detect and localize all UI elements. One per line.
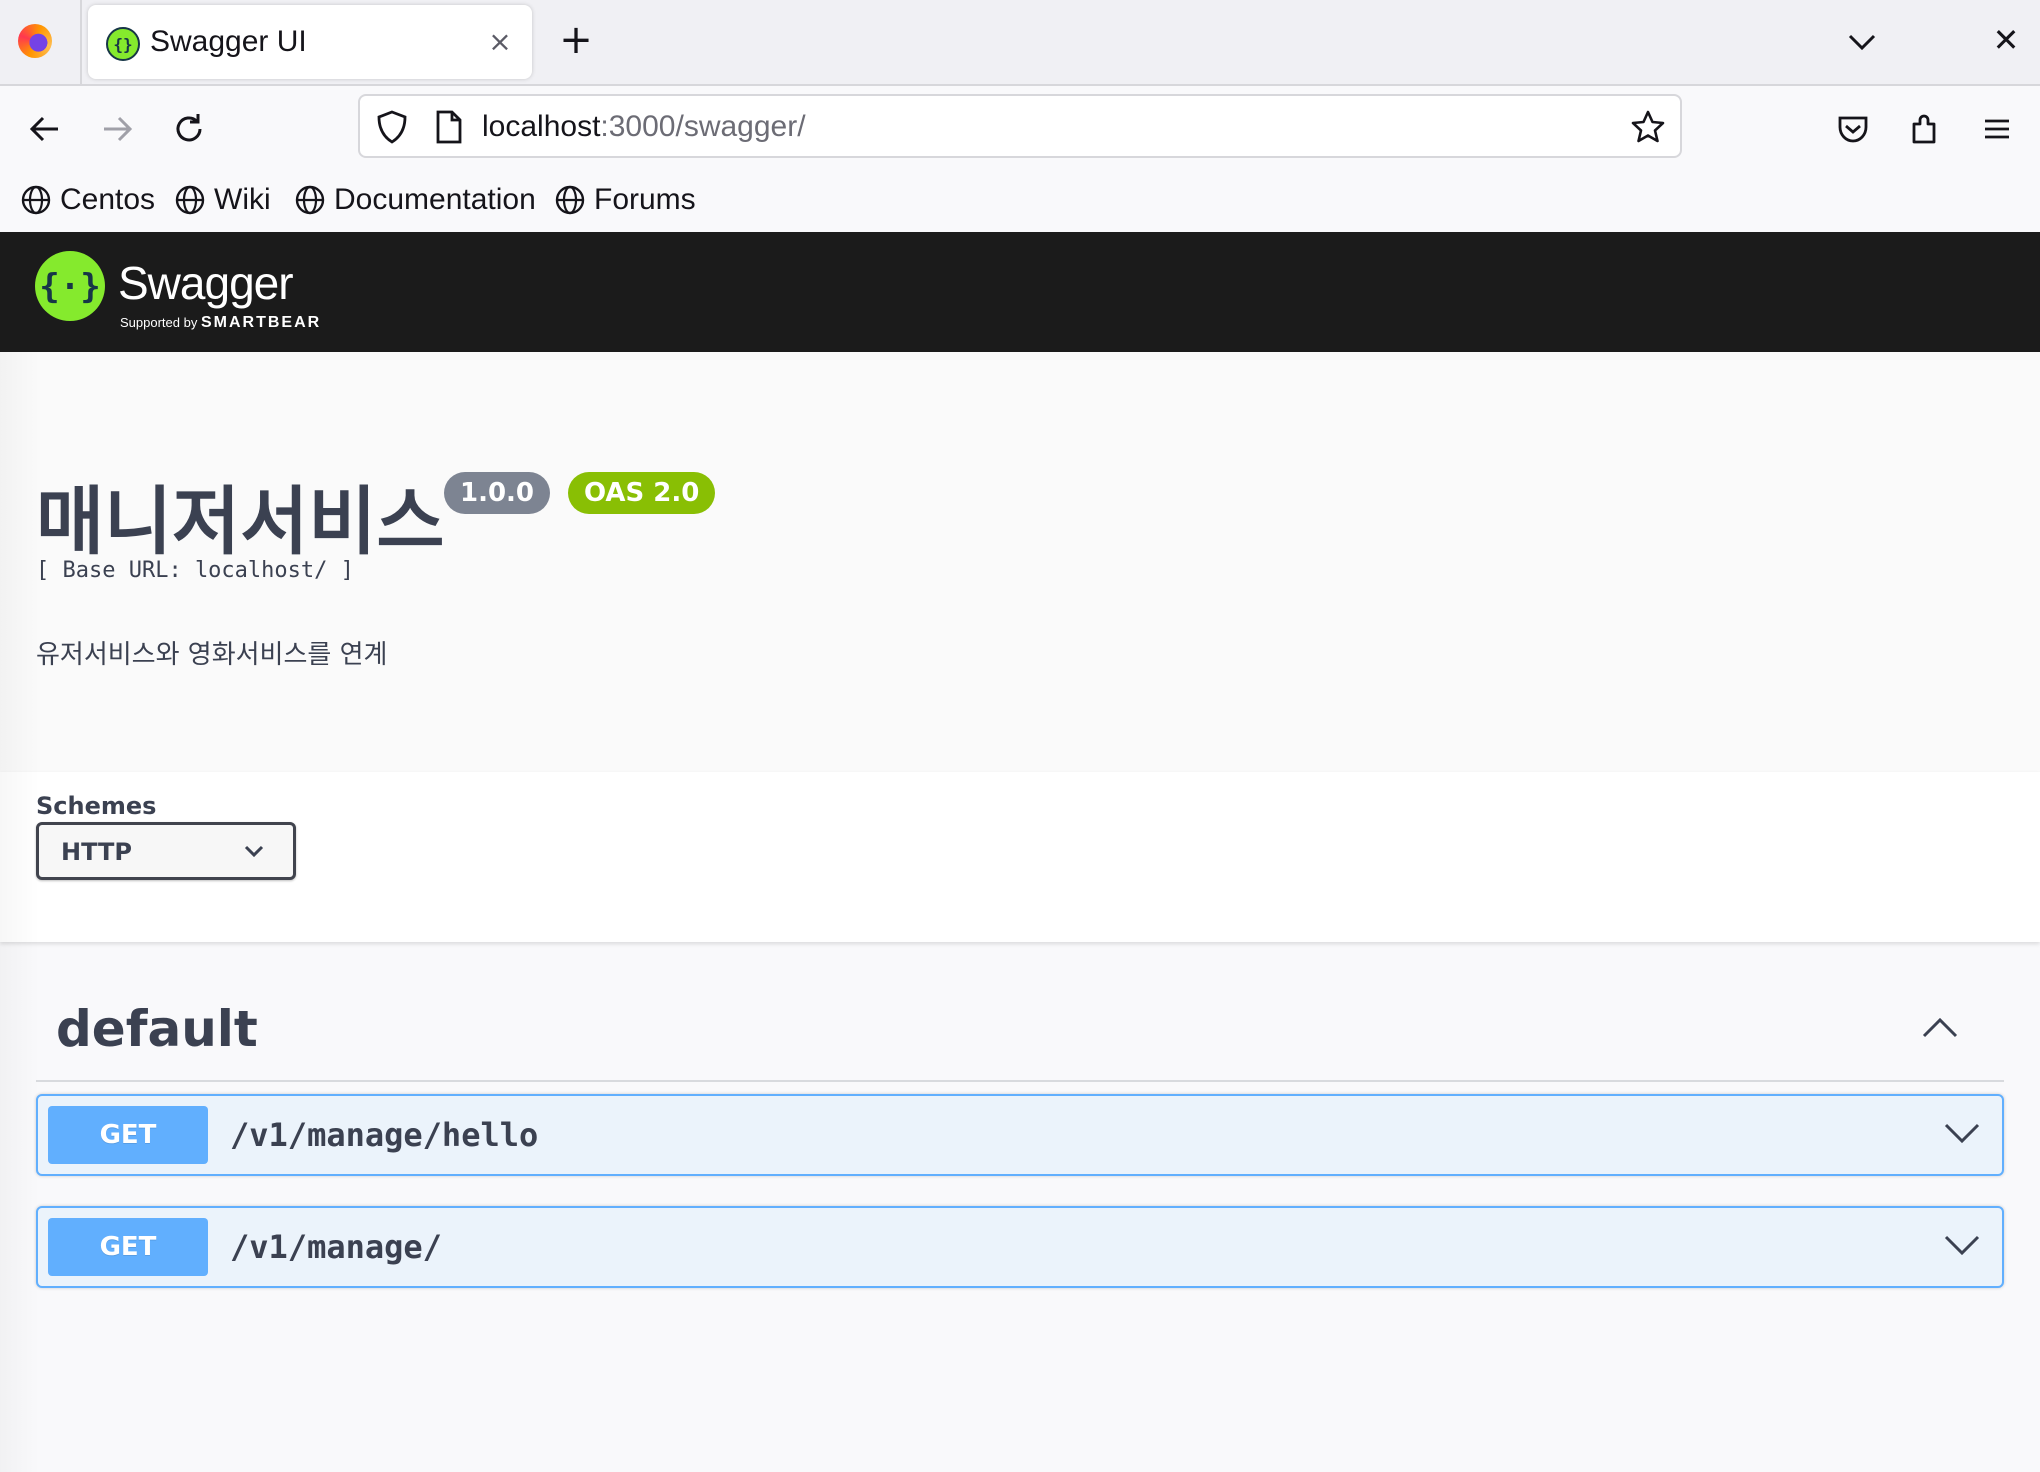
address-host: localhost — [482, 110, 601, 143]
bookmark-label: Documentation — [334, 183, 536, 216]
extensions-button[interactable] — [1902, 106, 1948, 152]
api-title: 매니저서비스 — [36, 479, 445, 565]
chevron-down-icon — [244, 845, 264, 858]
address-bar[interactable]: localhost:3000/swagger/ — [358, 94, 1682, 158]
firefox-icon[interactable] — [18, 24, 52, 58]
version-badge: 1.0.0 — [444, 472, 551, 514]
method-badge: GET — [48, 1106, 208, 1164]
arrow-left-icon — [29, 116, 58, 142]
window-close-button[interactable]: ✕ — [1986, 20, 2026, 60]
api-info: 매니저서비스 1.0.0 OAS 2.0 [ Base URL: localho… — [0, 352, 2040, 772]
pocket-button[interactable] — [1830, 106, 1876, 152]
bookmark-star-icon[interactable] — [1630, 109, 1666, 145]
operation-path: /v1/manage/hello — [230, 1116, 539, 1154]
reload-icon — [176, 114, 202, 142]
shield-icon[interactable] — [374, 109, 410, 145]
address-text[interactable]: localhost:3000/swagger/ — [482, 110, 806, 144]
navigation-toolbar: localhost:3000/swagger/ — [0, 86, 2040, 172]
globe-icon — [175, 185, 205, 215]
browser-tab[interactable]: {} Swagger UI × — [88, 5, 532, 79]
schemes-select[interactable]: HTTP — [36, 822, 296, 880]
base-url: [ Base URL: localhost/ ] — [36, 558, 354, 583]
bookmark-label: Forums — [594, 183, 696, 216]
bookmark-forums[interactable]: Forums — [554, 180, 696, 220]
back-button[interactable] — [22, 106, 68, 152]
forward-button[interactable] — [94, 106, 140, 152]
schemes-container: Schemes HTTP — [0, 772, 2040, 942]
svg-text:{}: {} — [113, 35, 132, 54]
hamburger-menu-icon — [1985, 119, 2009, 139]
chevron-down-icon[interactable] — [1942, 1120, 1982, 1146]
globe-icon — [555, 185, 585, 215]
tab-close-button[interactable]: × — [482, 23, 518, 59]
bookmark-label: Centos — [60, 183, 156, 216]
swagger-supported-by: Supported by SMARTBEAR — [120, 314, 321, 332]
swagger-topbar: {·} Swagger Supported by SMARTBEAR — [0, 232, 2040, 352]
bookmark-label: Wiki — [214, 183, 271, 216]
method-badge: GET — [48, 1218, 208, 1276]
tab-title: Swagger UI — [150, 25, 307, 58]
chevron-down-icon[interactable] — [1942, 1232, 1982, 1258]
chevron-up-icon[interactable] — [1920, 1012, 1960, 1042]
swagger-icon: {} — [106, 27, 140, 61]
puzzle-icon — [1912, 114, 1936, 144]
oas-badge: OAS 2.0 — [568, 472, 716, 514]
tab-separator — [80, 0, 82, 86]
arrow-right-icon — [104, 116, 133, 142]
reload-button[interactable] — [166, 106, 212, 152]
globe-icon — [21, 185, 51, 215]
menu-button[interactable] — [1974, 106, 2020, 152]
page-icon — [436, 110, 462, 144]
tab-strip: {} Swagger UI × + ✕ — [0, 0, 2040, 86]
bookmarks-toolbar: Centos Wiki Documentation Forums — [0, 172, 2040, 232]
bookmark-centos[interactable]: Centos — [20, 180, 155, 220]
smartbear-text: SMARTBEAR — [200, 314, 322, 331]
api-description: 유저서비스와 영화서비스를 연계 — [36, 640, 388, 670]
svg-text:{·}: {·} — [39, 267, 100, 307]
bookmark-documentation[interactable]: Documentation — [294, 180, 536, 220]
schemes-selected-value: HTTP — [61, 838, 132, 866]
globe-icon — [295, 185, 325, 215]
address-path: :3000/swagger/ — [600, 110, 806, 143]
new-tab-button[interactable]: + — [556, 20, 596, 60]
operation-get-manage[interactable]: GET /v1/manage/ — [36, 1206, 2004, 1288]
bookmark-wiki[interactable]: Wiki — [174, 180, 271, 220]
schemes-label: Schemes — [36, 792, 157, 820]
supported-by-text: Supported by — [120, 315, 198, 330]
operation-get-hello[interactable]: GET /v1/manage/hello — [36, 1094, 2004, 1176]
tag-name: default — [56, 1000, 258, 1058]
pocket-icon — [1838, 116, 1868, 143]
swagger-logo-icon[interactable]: {·} — [34, 250, 106, 322]
operation-path: /v1/manage/ — [230, 1228, 442, 1266]
swagger-brand: Swagger — [118, 257, 294, 309]
tag-section-header[interactable]: default — [36, 992, 2004, 1082]
chevron-down-icon[interactable] — [1842, 22, 1882, 62]
